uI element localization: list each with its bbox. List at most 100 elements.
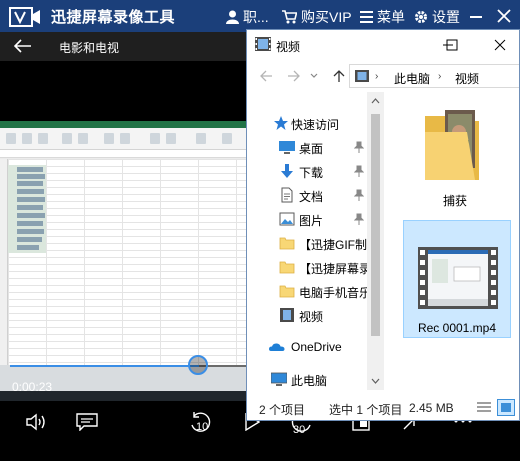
nav-label: 文档 — [299, 190, 324, 204]
scroll-down-icon[interactable] — [371, 378, 380, 384]
folder-icon — [425, 110, 479, 180]
recorder-logo-icon — [9, 7, 40, 27]
nav-item-music-folder[interactable]: 电脑手机音乐 — [247, 280, 367, 302]
video-folder-icon — [255, 37, 271, 51]
explorer-window: 视频 › 此电脑 › 视频 快速访问 桌面 下载 文档 图片 【迅捷GIF制 【… — [246, 29, 520, 421]
folder-icon — [279, 237, 295, 250]
nav-label: 图片 — [299, 214, 324, 228]
minimize-button[interactable] — [470, 16, 482, 18]
pin-icon — [354, 189, 364, 201]
video-formula-bar — [0, 150, 250, 158]
onedrive-icon — [269, 343, 285, 351]
recorder-title: 迅捷屏幕录像工具 — [51, 9, 176, 26]
file-name: 捕获 — [442, 194, 467, 208]
volume-button[interactable] — [26, 413, 48, 431]
volume-icon — [26, 413, 45, 431]
forward-icon[interactable] — [287, 69, 301, 83]
nav-label: 视频 — [299, 310, 324, 324]
scroll-up-icon[interactable] — [371, 98, 380, 104]
user-icon — [226, 10, 239, 24]
document-icon — [281, 187, 293, 203]
back-arrow-icon[interactable] — [14, 39, 32, 53]
pin-icon — [354, 165, 364, 177]
user-menu-label: 职... — [243, 9, 269, 25]
settings-label: 设置 — [432, 9, 460, 25]
video-row-numbers — [0, 159, 8, 365]
picture-icon — [279, 212, 295, 226]
nav-label: 此电脑 — [291, 374, 328, 388]
folder-icon — [279, 285, 295, 298]
nav-item-videos[interactable]: 视频 — [247, 304, 367, 326]
chevron-down-icon[interactable] — [310, 69, 318, 83]
nav-label: 【迅捷屏幕录 — [299, 262, 367, 276]
nav-item-this-pc[interactable]: 此电脑 — [247, 368, 367, 390]
video-frame[interactable] — [0, 121, 250, 406]
menu-button[interactable]: 菜单 — [360, 7, 405, 27]
breadcrumb-separator: › — [375, 71, 379, 82]
gear-icon — [415, 11, 427, 23]
buy-vip-label: 购买VIP — [301, 9, 352, 25]
video-folder-icon — [280, 308, 294, 322]
menu-icon — [360, 11, 373, 23]
large-icons-view-icon[interactable] — [497, 399, 515, 416]
nav-item-onedrive[interactable]: OneDrive — [247, 336, 367, 358]
nav-label: 桌面 — [299, 142, 324, 156]
explorer-navigation-bar: › 此电脑 › 视频 — [247, 60, 519, 92]
up-arrow-icon[interactable] — [332, 69, 346, 83]
settings-button[interactable]: 设置 — [414, 7, 460, 27]
download-icon — [281, 164, 293, 178]
details-view-icon[interactable] — [475, 399, 493, 416]
explorer-window-title: 视频 — [276, 40, 301, 54]
breadcrumb-this-pc[interactable]: 此电脑 — [394, 70, 430, 87]
selection-size: 2.45 MB — [409, 401, 454, 415]
status-bar: 2 个项目 选中 1 个项目 2.45 MB — [247, 396, 519, 420]
folder-icon — [279, 261, 295, 274]
pin-icon — [354, 141, 364, 153]
folder-item-capture[interactable]: 捕获 — [405, 100, 505, 212]
nav-item-documents[interactable]: 文档 — [247, 184, 367, 206]
user-menu[interactable]: 职... — [226, 7, 269, 27]
buy-vip-button[interactable]: 购买VIP — [282, 7, 352, 27]
address-bar[interactable]: › 此电脑 › 视频 — [349, 64, 519, 88]
back-icon[interactable] — [259, 69, 273, 83]
nav-item-desktop[interactable]: 桌面 — [247, 136, 367, 158]
nav-item-downloads[interactable]: 下载 — [247, 160, 367, 182]
skip-forward-seconds: 30 — [293, 424, 306, 436]
nav-label: OneDrive — [291, 340, 342, 354]
explorer-title-bar: 视频 — [247, 30, 519, 60]
navigation-pane: 快速访问 桌面 下载 文档 图片 【迅捷GIF制 【迅捷屏幕录 电脑手机音乐 视… — [247, 92, 367, 390]
quick-access-icon — [274, 116, 288, 130]
file-item-rec-0001[interactable]: Rec 0001.mp4 — [403, 220, 511, 338]
subtitles-icon — [76, 413, 98, 431]
nav-pane-scrollbar[interactable] — [367, 92, 384, 390]
nav-label: 快速访问 — [291, 118, 340, 132]
video-toolbar — [0, 128, 250, 150]
nav-item-pictures[interactable]: 图片 — [247, 208, 367, 230]
nav-item-recorder-folder[interactable]: 【迅捷屏幕录 — [247, 256, 367, 278]
recorder-title-bar: 迅捷屏幕录像工具 职... 购买VIP 菜单 设置 — [0, 0, 520, 32]
timeline-scrubber[interactable] — [188, 355, 208, 375]
nav-label: 电脑手机音乐 — [299, 286, 367, 300]
nav-item-gif-folder[interactable]: 【迅捷GIF制 — [247, 232, 367, 254]
close-icon[interactable] — [496, 8, 512, 24]
skip-back-button[interactable]: 10 — [188, 411, 212, 435]
scrollbar-thumb[interactable] — [371, 114, 380, 336]
pin-icon — [354, 213, 364, 225]
selection-count: 选中 1 个项目 — [329, 403, 403, 417]
breadcrumb-separator: › — [438, 71, 442, 82]
menu-label: 菜单 — [377, 9, 405, 25]
nav-label: 下载 — [299, 166, 324, 180]
timeline-progress — [10, 365, 199, 367]
skip-back-seconds: 10 — [196, 421, 209, 433]
nav-item-quick-access[interactable]: 快速访问 — [247, 112, 367, 134]
breadcrumb-videos[interactable]: 视频 — [455, 70, 479, 87]
close-window-icon[interactable] — [491, 36, 509, 54]
cart-icon — [282, 10, 297, 24]
video-file-icon — [418, 247, 498, 309]
maximize-icon[interactable] — [443, 36, 461, 54]
timeline-track[interactable] — [10, 365, 246, 367]
address-video-folder-icon — [355, 70, 369, 82]
subtitles-button[interactable] — [76, 413, 98, 431]
file-list: 捕获 Rec 0001.mp4 — [385, 92, 519, 390]
item-count: 2 个项目 — [259, 403, 306, 417]
